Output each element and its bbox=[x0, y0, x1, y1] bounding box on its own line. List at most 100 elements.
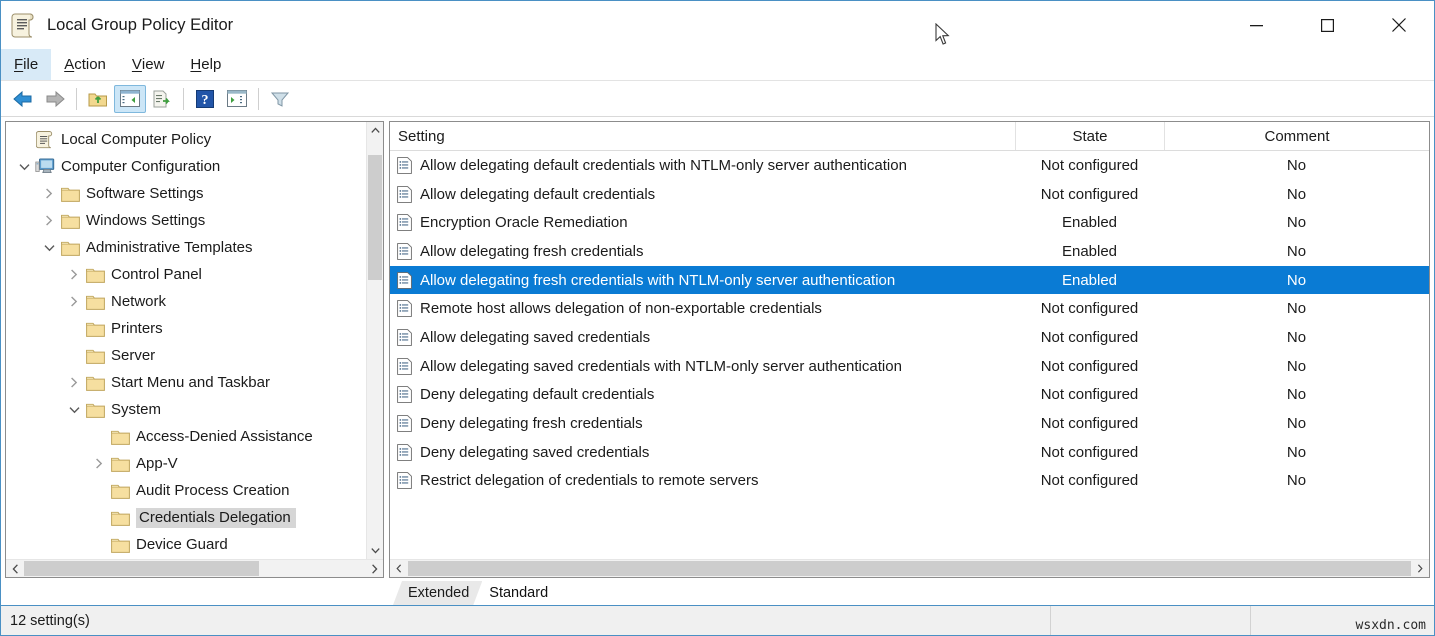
tree-nodes[interactable]: Local Computer Policy Computer Configurat… bbox=[6, 122, 366, 559]
cell-comment: No bbox=[1164, 266, 1429, 295]
table-row[interactable]: Allow delegating fresh credentials with … bbox=[390, 266, 1429, 295]
tree-hscroll-track[interactable] bbox=[24, 560, 365, 577]
tree-node-audit-process-creation[interactable]: Audit Process Creation bbox=[6, 477, 366, 504]
tree-node-system[interactable]: System bbox=[6, 396, 366, 423]
cell-setting: Restrict delegation of credentials to re… bbox=[390, 467, 1015, 496]
column-header-state[interactable]: State bbox=[1015, 122, 1164, 150]
scroll-down-icon[interactable] bbox=[367, 542, 383, 559]
scroll-right-icon[interactable] bbox=[1411, 560, 1429, 577]
tree-node-label: Start Menu and Taskbar bbox=[111, 373, 274, 393]
cell-state: Not configured bbox=[1015, 323, 1164, 352]
table-row[interactable]: Encryption Oracle RemediationEnabledNo bbox=[390, 208, 1429, 237]
policy-setting-icon bbox=[397, 329, 412, 346]
scroll-up-icon[interactable] bbox=[367, 122, 383, 139]
tree-node-local-computer-policy[interactable]: Local Computer Policy bbox=[6, 126, 366, 153]
filter-funnel-icon[interactable] bbox=[264, 85, 296, 113]
close-button[interactable] bbox=[1363, 1, 1434, 49]
list-hscroll-track[interactable] bbox=[408, 560, 1411, 577]
help-question-icon[interactable]: ? bbox=[189, 85, 221, 113]
chevron-right-icon[interactable] bbox=[39, 215, 59, 226]
policy-setting-icon bbox=[397, 157, 412, 174]
cell-state: Not configured bbox=[1015, 294, 1164, 323]
cell-setting: Allow delegating saved credentials with … bbox=[390, 352, 1015, 381]
tree-node-computer-configuration[interactable]: Computer Configuration bbox=[6, 153, 366, 180]
chevron-right-icon[interactable] bbox=[64, 296, 84, 307]
show-hide-console-tree-icon[interactable] bbox=[114, 85, 146, 113]
cell-setting: Remote host allows delegation of non-exp… bbox=[390, 294, 1015, 323]
status-panel-middle bbox=[1051, 606, 1251, 635]
table-row[interactable]: Deny delegating default credentialsNot c… bbox=[390, 381, 1429, 410]
tree-node-start-menu-and-taskbar[interactable]: Start Menu and Taskbar bbox=[6, 369, 366, 396]
minimize-button[interactable] bbox=[1221, 1, 1292, 49]
table-row[interactable]: Allow delegating saved credentials with … bbox=[390, 352, 1429, 381]
table-row[interactable]: Allow delegating default credentials wit… bbox=[390, 151, 1429, 180]
chevron-down-icon[interactable] bbox=[64, 406, 84, 414]
table-row[interactable]: Allow delegating fresh credentialsEnable… bbox=[390, 237, 1429, 266]
chevron-right-icon[interactable] bbox=[64, 269, 84, 280]
menu-action[interactable]: Action bbox=[51, 49, 119, 80]
tree-node-control-panel[interactable]: Control Panel bbox=[6, 261, 366, 288]
table-row[interactable]: Allow delegating saved credentialsNot co… bbox=[390, 323, 1429, 352]
menu-help[interactable]: Help bbox=[177, 49, 234, 80]
scroll-right-icon[interactable] bbox=[365, 560, 383, 577]
cell-state: Not configured bbox=[1015, 438, 1164, 467]
forward-arrow-icon[interactable] bbox=[39, 85, 71, 113]
menu-file[interactable]: File bbox=[1, 49, 51, 80]
scroll-left-icon[interactable] bbox=[6, 560, 24, 577]
table-row[interactable]: Deny delegating fresh credentialsNot con… bbox=[390, 409, 1429, 438]
tree-node-windows-settings[interactable]: Windows Settings bbox=[6, 207, 366, 234]
tree-node-device-guard[interactable]: Device Guard bbox=[6, 531, 366, 558]
cell-comment: No bbox=[1164, 381, 1429, 410]
chevron-right-icon[interactable] bbox=[39, 188, 59, 199]
policy-setting-icon bbox=[397, 272, 412, 289]
chevron-down-icon[interactable] bbox=[39, 244, 59, 252]
tree-hscroll-thumb[interactable] bbox=[24, 561, 259, 576]
setting-name: Allow delegating fresh credentials with … bbox=[420, 272, 895, 289]
tree-node-administrative-templates[interactable]: Administrative Templates bbox=[6, 234, 366, 261]
tree-node-access-denied-assistance[interactable]: Access-Denied Assistance bbox=[6, 423, 366, 450]
tree-node-software-settings[interactable]: Software Settings bbox=[6, 180, 366, 207]
chevron-right-icon[interactable] bbox=[89, 458, 109, 469]
tree-node-network[interactable]: Network bbox=[6, 288, 366, 315]
list-horizontal-scrollbar[interactable] bbox=[390, 559, 1429, 577]
tab-standard[interactable]: Standard bbox=[474, 581, 561, 605]
table-row[interactable]: Deny delegating saved credentialsNot con… bbox=[390, 438, 1429, 467]
back-arrow-icon[interactable] bbox=[7, 85, 39, 113]
window-controls bbox=[1221, 1, 1434, 49]
tree-node-device-health-attestation[interactable]: Device Health Attestation bbox=[6, 558, 366, 559]
settings-rows[interactable]: Allow delegating default credentials wit… bbox=[390, 151, 1429, 559]
export-list-icon[interactable] bbox=[146, 85, 178, 113]
policy-setting-icon bbox=[397, 214, 412, 231]
cell-setting: Encryption Oracle Remediation bbox=[390, 208, 1015, 237]
cell-state: Not configured bbox=[1015, 467, 1164, 496]
up-one-level-folder-icon[interactable] bbox=[82, 85, 114, 113]
settings-list-pane: Setting State Comment Allow delegating d… bbox=[389, 121, 1430, 578]
tree-node-label: Local Computer Policy bbox=[61, 130, 215, 150]
tree-node-credentials-delegation[interactable]: Credentials Delegation bbox=[6, 504, 366, 531]
maximize-button[interactable] bbox=[1292, 1, 1363, 49]
tab-extended[interactable]: Extended bbox=[393, 581, 482, 605]
table-row[interactable]: Restrict delegation of credentials to re… bbox=[390, 467, 1429, 496]
tree-vertical-scrollbar[interactable] bbox=[366, 122, 383, 559]
tree-vscroll-thumb[interactable] bbox=[368, 155, 382, 280]
cell-setting: Allow delegating default credentials bbox=[390, 180, 1015, 209]
column-header-comment[interactable]: Comment bbox=[1164, 122, 1429, 150]
chevron-right-icon[interactable] bbox=[64, 377, 84, 388]
tree-node-server[interactable]: Server bbox=[6, 342, 366, 369]
table-row[interactable]: Remote host allows delegation of non-exp… bbox=[390, 294, 1429, 323]
scroll-left-icon[interactable] bbox=[390, 560, 408, 577]
tree-node-printers[interactable]: Printers bbox=[6, 315, 366, 342]
folder-icon bbox=[109, 535, 131, 555]
tree-node-app-v[interactable]: App-V bbox=[6, 450, 366, 477]
tree-node-label: Computer Configuration bbox=[61, 157, 224, 177]
tree-horizontal-scrollbar[interactable] bbox=[6, 559, 383, 577]
show-window-icon[interactable] bbox=[221, 85, 253, 113]
chevron-down-icon[interactable] bbox=[14, 163, 34, 171]
menu-view[interactable]: View bbox=[119, 49, 178, 80]
list-hscroll-thumb[interactable] bbox=[408, 561, 1411, 576]
folder-icon bbox=[84, 400, 106, 420]
cell-comment: No bbox=[1164, 438, 1429, 467]
tree-vscroll-track[interactable] bbox=[367, 139, 383, 542]
column-header-setting[interactable]: Setting bbox=[390, 122, 1015, 150]
table-row[interactable]: Allow delegating default credentialsNot … bbox=[390, 180, 1429, 209]
